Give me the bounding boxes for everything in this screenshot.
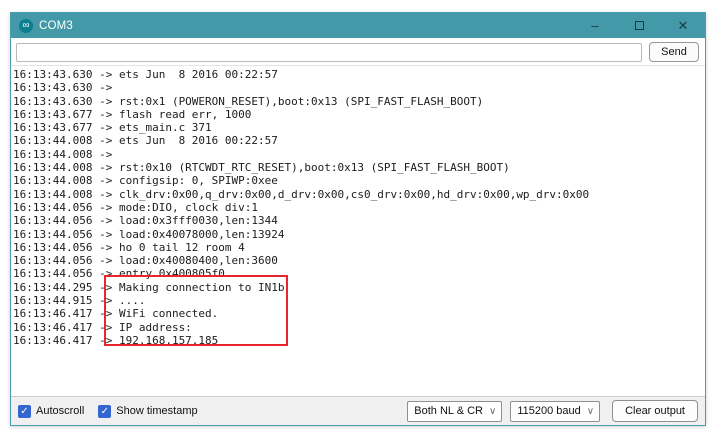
chevron-down-icon: ∨ (587, 406, 594, 417)
log-line: 16:13:44.008 -> (13, 148, 705, 161)
clear-output-button[interactable]: Clear output (612, 400, 698, 422)
log-line: 16:13:43.630 -> rst:0x1 (POWERON_RESET),… (13, 95, 705, 108)
autoscroll-label: Autoscroll (36, 405, 84, 417)
log-lines: 16:13:43.630 -> ets Jun 8 2016 00:22:571… (13, 68, 705, 347)
serial-input[interactable] (16, 43, 642, 62)
log-line: 16:13:44.056 -> entry 0x400805f0 (13, 267, 705, 280)
send-button[interactable]: Send (649, 42, 699, 62)
log-line: 16:13:44.056 -> load:0x40078000,len:1392… (13, 228, 705, 241)
log-line: 16:13:44.008 -> ets Jun 8 2016 00:22:57 (13, 134, 705, 147)
show-timestamp-label: Show timestamp (116, 405, 197, 417)
log-line: 16:13:44.295 -> Making connection to IN1… (13, 281, 705, 294)
log-output[interactable]: 16:13:43.630 -> ets Jun 8 2016 00:22:571… (11, 66, 705, 396)
baud-rate-value: 115200 baud (517, 405, 580, 417)
show-timestamp-checkbox[interactable]: ✓ Show timestamp (98, 405, 197, 418)
maximize-icon (635, 21, 644, 30)
log-line: 16:13:43.677 -> ets_main.c 371 (13, 121, 705, 134)
log-line: 16:13:44.056 -> load:0x40080400,len:3600 (13, 254, 705, 267)
log-line: 16:13:44.915 -> .... (13, 294, 705, 307)
line-ending-select[interactable]: Both NL & CR ∨ (407, 401, 502, 422)
log-line: 16:13:46.417 -> 192.168.157.185 (13, 334, 705, 347)
chevron-down-icon: ∨ (489, 406, 496, 417)
log-line: 16:13:44.008 -> rst:0x10 (RTCWDT_RTC_RES… (13, 161, 705, 174)
log-line: 16:13:44.056 -> ho 0 tail 12 room 4 (13, 241, 705, 254)
maximize-button[interactable] (617, 13, 661, 38)
serial-monitor-window: ∞ COM3 – ✕ Send 16:13:43.630 -> ets Jun … (10, 12, 706, 426)
line-ending-value: Both NL & CR (414, 405, 483, 417)
title-bar[interactable]: ∞ COM3 – ✕ (11, 13, 705, 38)
checkbox-checked-icon: ✓ (98, 405, 111, 418)
bottom-bar: ✓ Autoscroll ✓ Show timestamp Both NL & … (11, 396, 705, 425)
log-line: 16:13:46.417 -> IP address: (13, 321, 705, 334)
log-line: 16:13:43.630 -> ets Jun 8 2016 00:22:57 (13, 68, 705, 81)
autoscroll-checkbox[interactable]: ✓ Autoscroll (18, 405, 84, 418)
close-button[interactable]: ✕ (661, 13, 705, 38)
log-line: 16:13:44.008 -> configsip: 0, SPIWP:0xee (13, 174, 705, 187)
arduino-icon: ∞ (19, 19, 33, 33)
log-line: 16:13:44.008 -> clk_drv:0x00,q_drv:0x00,… (13, 188, 705, 201)
log-line: 16:13:43.677 -> flash read err, 1000 (13, 108, 705, 121)
minimize-button[interactable]: – (573, 13, 617, 38)
log-line: 16:13:44.056 -> load:0x3fff0030,len:1344 (13, 214, 705, 227)
window-title: COM3 (39, 20, 73, 32)
log-line: 16:13:46.417 -> WiFi connected. (13, 307, 705, 320)
checkbox-checked-icon: ✓ (18, 405, 31, 418)
log-line: 16:13:43.630 -> (13, 81, 705, 94)
baud-rate-select[interactable]: 115200 baud ∨ (510, 401, 600, 422)
send-row: Send (11, 38, 705, 66)
log-line: 16:13:44.056 -> mode:DIO, clock div:1 (13, 201, 705, 214)
desktop-background: ∞ COM3 – ✕ Send 16:13:43.630 -> ets Jun … (0, 0, 715, 436)
